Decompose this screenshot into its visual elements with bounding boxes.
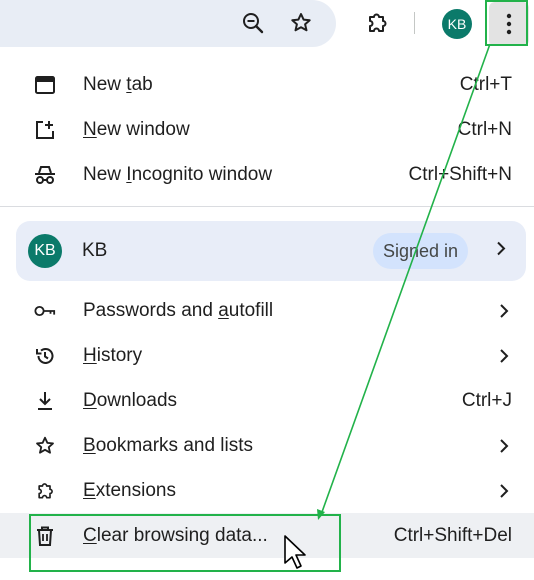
menu-item-extensions[interactable]: Extensions	[0, 468, 534, 513]
shortcut-text: Ctrl+Shift+Del	[393, 524, 512, 546]
chevron-right-icon	[496, 483, 512, 499]
menu-item-label: History	[83, 344, 143, 366]
avatar: KB	[28, 234, 62, 268]
menu-item-new-tab[interactable]: New tab Ctrl+T	[0, 62, 534, 107]
incognito-icon	[34, 164, 56, 186]
menu-item-history[interactable]: History	[0, 333, 534, 378]
menu-item-new-window[interactable]: New window Ctrl+N	[0, 107, 534, 152]
signed-in-badge: Signed in	[373, 233, 469, 269]
profile-name: KB	[82, 240, 108, 261]
menu-item-label: Downloads	[83, 389, 178, 411]
menu-item-label: Passwords and autofill	[83, 299, 274, 321]
menu-item-passwords-and-autofill[interactable]: Passwords and autofill	[0, 288, 534, 333]
download-icon	[34, 390, 56, 412]
menu-item-label: New Incognito window	[83, 163, 273, 185]
mouse-cursor-icon	[284, 535, 306, 569]
bookmark-star-icon[interactable]	[282, 4, 320, 42]
new-tab-icon	[34, 74, 56, 96]
menu-item-label: Bookmarks and lists	[83, 434, 254, 456]
zoom-icon[interactable]	[234, 4, 272, 42]
chevron-right-icon	[496, 438, 512, 454]
profile-row[interactable]: KB KB Signed in	[16, 221, 526, 281]
history-icon	[34, 345, 56, 367]
profile-avatar[interactable]: KB	[442, 9, 472, 39]
chevron-right-icon	[496, 303, 512, 319]
menu-item-bookmarks-and-lists[interactable]: Bookmarks and lists	[0, 423, 534, 468]
menu-item-label: Extensions	[83, 479, 176, 501]
new-window-icon	[34, 119, 56, 141]
menu-item-downloads[interactable]: Downloads Ctrl+J	[0, 378, 534, 423]
shortcut-text: Ctrl+T	[459, 73, 512, 95]
toolbar-separator	[414, 12, 415, 34]
menu-item-new-incognito-window[interactable]: New Incognito window Ctrl+Shift+N	[0, 152, 534, 197]
chrome-main-menu: New tab Ctrl+T New window Ctrl+N New Inc…	[0, 47, 534, 580]
menu-item-label: New tab	[83, 73, 153, 95]
shortcut-text: Ctrl+J	[461, 389, 512, 411]
shortcut-text: Ctrl+N	[457, 118, 512, 140]
shortcut-text: Ctrl+Shift+N	[408, 163, 512, 185]
key-icon	[34, 300, 56, 322]
extensions-icon	[34, 480, 56, 502]
menu-item-label: New window	[83, 118, 190, 140]
annotation-box-menu-button	[485, 0, 528, 46]
menu-divider	[0, 206, 534, 207]
star-icon	[34, 435, 56, 457]
chevron-right-icon	[496, 241, 506, 262]
extensions-icon[interactable]	[358, 4, 396, 42]
browser-toolbar: KB	[0, 0, 534, 47]
chevron-right-icon	[496, 348, 512, 364]
